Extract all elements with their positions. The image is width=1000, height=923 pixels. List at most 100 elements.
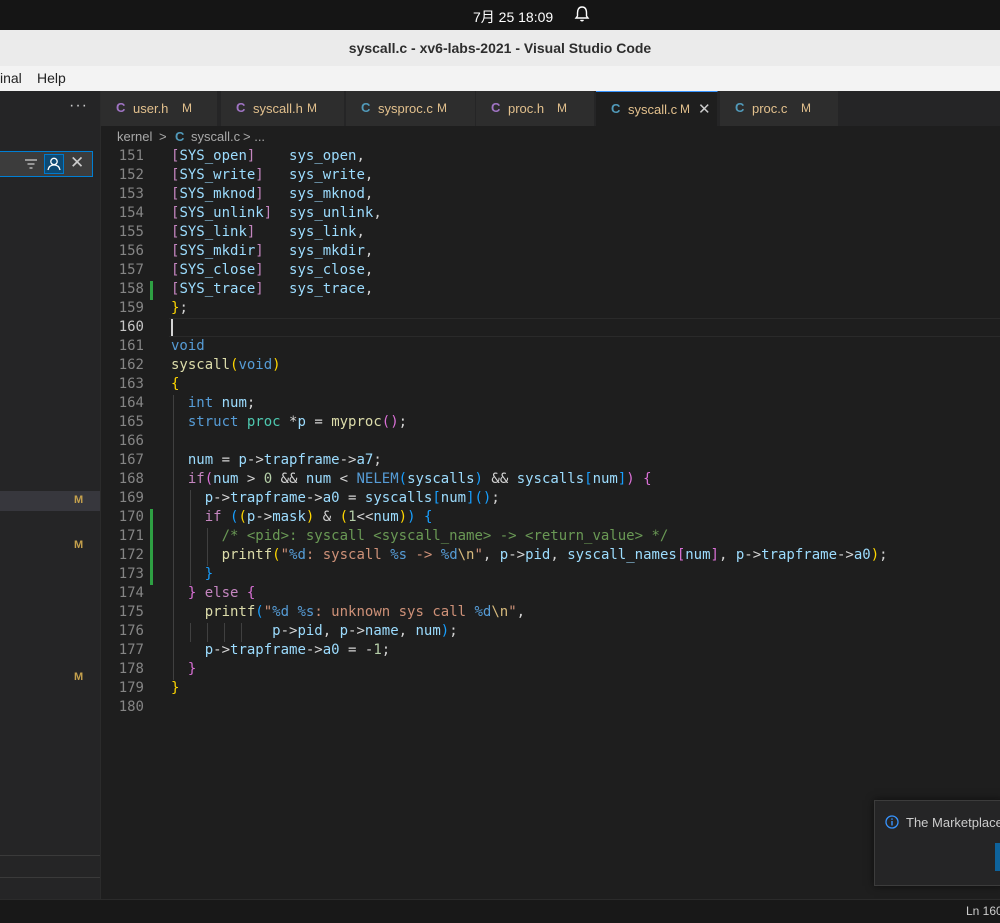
line-number: 158	[118, 281, 144, 297]
window-title: syscall.c - xv6-labs-2021 - Visual Studi…	[0, 30, 1000, 66]
more-actions-icon[interactable]: ···	[69, 97, 88, 115]
tab-syscall-c[interactable]: C syscall.c M ✕	[596, 91, 718, 126]
line-number: 179	[118, 680, 144, 696]
tab-user-h[interactable]: C user.h M	[101, 91, 218, 126]
bell-icon[interactable]	[574, 5, 590, 23]
breadcrumb-symbol[interactable]: > ...	[243, 129, 265, 144]
modified-indicator: M	[557, 101, 567, 115]
code-line: if(num > 0 && num < NELEM(syscalls) && s…	[187, 471, 652, 487]
system-top-bar: 7月 25 18:09	[0, 0, 1000, 30]
code-line: }	[204, 566, 214, 582]
code-line: num = p->trapframe->a7;	[187, 452, 382, 468]
notification-action-button[interactable]	[995, 843, 1000, 871]
line-number: 164	[118, 395, 144, 411]
line-number: 163	[118, 376, 144, 392]
filter-icon[interactable]	[24, 157, 38, 171]
menu-bar: inal Help	[0, 66, 1000, 91]
modified-indicator: M	[437, 101, 447, 115]
line-number: 175	[118, 604, 144, 620]
code-line: }	[171, 680, 180, 696]
explorer-sidebar: ··· ✕ M M M	[0, 91, 101, 899]
modified-indicator: M	[801, 101, 811, 115]
added-line-indicator	[150, 281, 153, 300]
line-number: 155	[118, 224, 144, 240]
line-number: 172	[118, 547, 144, 563]
c-file-icon: C	[175, 129, 185, 144]
tab-label: user.h	[133, 101, 169, 116]
section-divider	[0, 855, 100, 856]
code-line: printf("%d %s: unknown sys call %d\n",	[204, 604, 526, 620]
code-line: {	[171, 376, 180, 392]
notification-message: The Marketplace	[906, 815, 1000, 830]
selected-file-row[interactable]	[0, 491, 100, 511]
line-number: 180	[118, 699, 144, 715]
line-number: 169	[118, 490, 144, 506]
tab-label: syscall.h	[253, 101, 303, 116]
c-file-icon: C	[116, 100, 126, 115]
code-line: int num;	[187, 395, 256, 411]
line-number: 154	[118, 205, 144, 221]
line-number: 178	[118, 661, 144, 677]
code-line: [SYS_mknod] sys_mknod,	[171, 186, 374, 202]
tab-proc-c[interactable]: C proc.c M	[720, 91, 839, 126]
modified-badge: M	[74, 671, 84, 683]
current-line-highlight	[169, 318, 1000, 337]
line-number: 153	[118, 186, 144, 202]
code-line: p->trapframe->a0 = -1;	[204, 642, 391, 658]
section-divider	[0, 877, 100, 878]
line-number: 160	[118, 319, 144, 335]
line-number: 157	[118, 262, 144, 278]
line-number: 159	[118, 300, 144, 316]
line-number: 170	[118, 509, 144, 525]
line-number: 165	[118, 414, 144, 430]
close-tab-icon[interactable]: ✕	[698, 100, 711, 118]
line-number: 167	[118, 452, 144, 468]
menu-help[interactable]: Help	[37, 70, 66, 86]
menu-terminal[interactable]: inal	[0, 70, 22, 86]
c-file-icon: C	[735, 100, 745, 115]
fuzzy-match-toggle[interactable]	[44, 154, 64, 174]
line-number: 156	[118, 243, 144, 259]
clock[interactable]: 7月 25 18:09	[473, 7, 553, 27]
info-icon	[885, 815, 899, 829]
code-line: }	[187, 661, 197, 677]
code-line: };	[171, 300, 188, 316]
code-line: /* <pid>: syscall <syscall_name> -> <ret…	[221, 528, 669, 544]
code-line: syscall(void)	[171, 357, 281, 373]
code-editor[interactable]: 151 152 153 154 155 156 157 158 159 160 161 162 163 1…	[101, 148, 1000, 899]
line-number: 166	[118, 433, 144, 449]
line-number: 174	[118, 585, 144, 601]
modified-indicator: M	[182, 101, 192, 115]
modified-indicator: M	[307, 101, 317, 115]
search-input[interactable]: ✕	[0, 151, 93, 177]
code-line: [SYS_write] sys_write,	[171, 167, 374, 183]
notification-toast: The Marketplace	[874, 800, 1000, 886]
code-line: void	[171, 338, 205, 354]
breadcrumb-file[interactable]: syscall.c	[191, 129, 240, 144]
line-number: 173	[118, 566, 144, 582]
added-line-indicator	[150, 509, 153, 585]
text-cursor	[171, 319, 173, 336]
tab-syscall-h[interactable]: C syscall.h M	[221, 91, 345, 126]
modified-badge: M	[74, 494, 84, 506]
tab-sysproc-c[interactable]: C sysproc.c M	[346, 91, 476, 126]
code-line: } else {	[187, 585, 256, 601]
tab-label: sysproc.c	[378, 101, 433, 116]
code-line: [SYS_mkdir] sys_mkdir,	[171, 243, 374, 259]
breadcrumb: kernel > C syscall.c > ...	[101, 126, 1000, 148]
line-number: 168	[118, 471, 144, 487]
tab-label: syscall.c	[628, 102, 678, 117]
breadcrumb-folder[interactable]: kernel	[117, 129, 152, 144]
tab-proc-h[interactable]: C proc.h M	[476, 91, 595, 126]
line-number: 177	[118, 642, 144, 658]
tab-label: proc.c	[752, 101, 788, 116]
line-number: 152	[118, 167, 144, 183]
line-number: 161	[118, 338, 144, 354]
code-line: [SYS_open] sys_open,	[171, 148, 365, 164]
c-file-icon: C	[611, 101, 621, 116]
cursor-position[interactable]: Ln 160	[966, 904, 1000, 918]
code-line: [SYS_unlink] sys_unlink,	[171, 205, 382, 221]
close-icon[interactable]: ✕	[70, 153, 84, 173]
line-number: 151	[118, 148, 144, 164]
c-file-icon: C	[236, 100, 246, 115]
